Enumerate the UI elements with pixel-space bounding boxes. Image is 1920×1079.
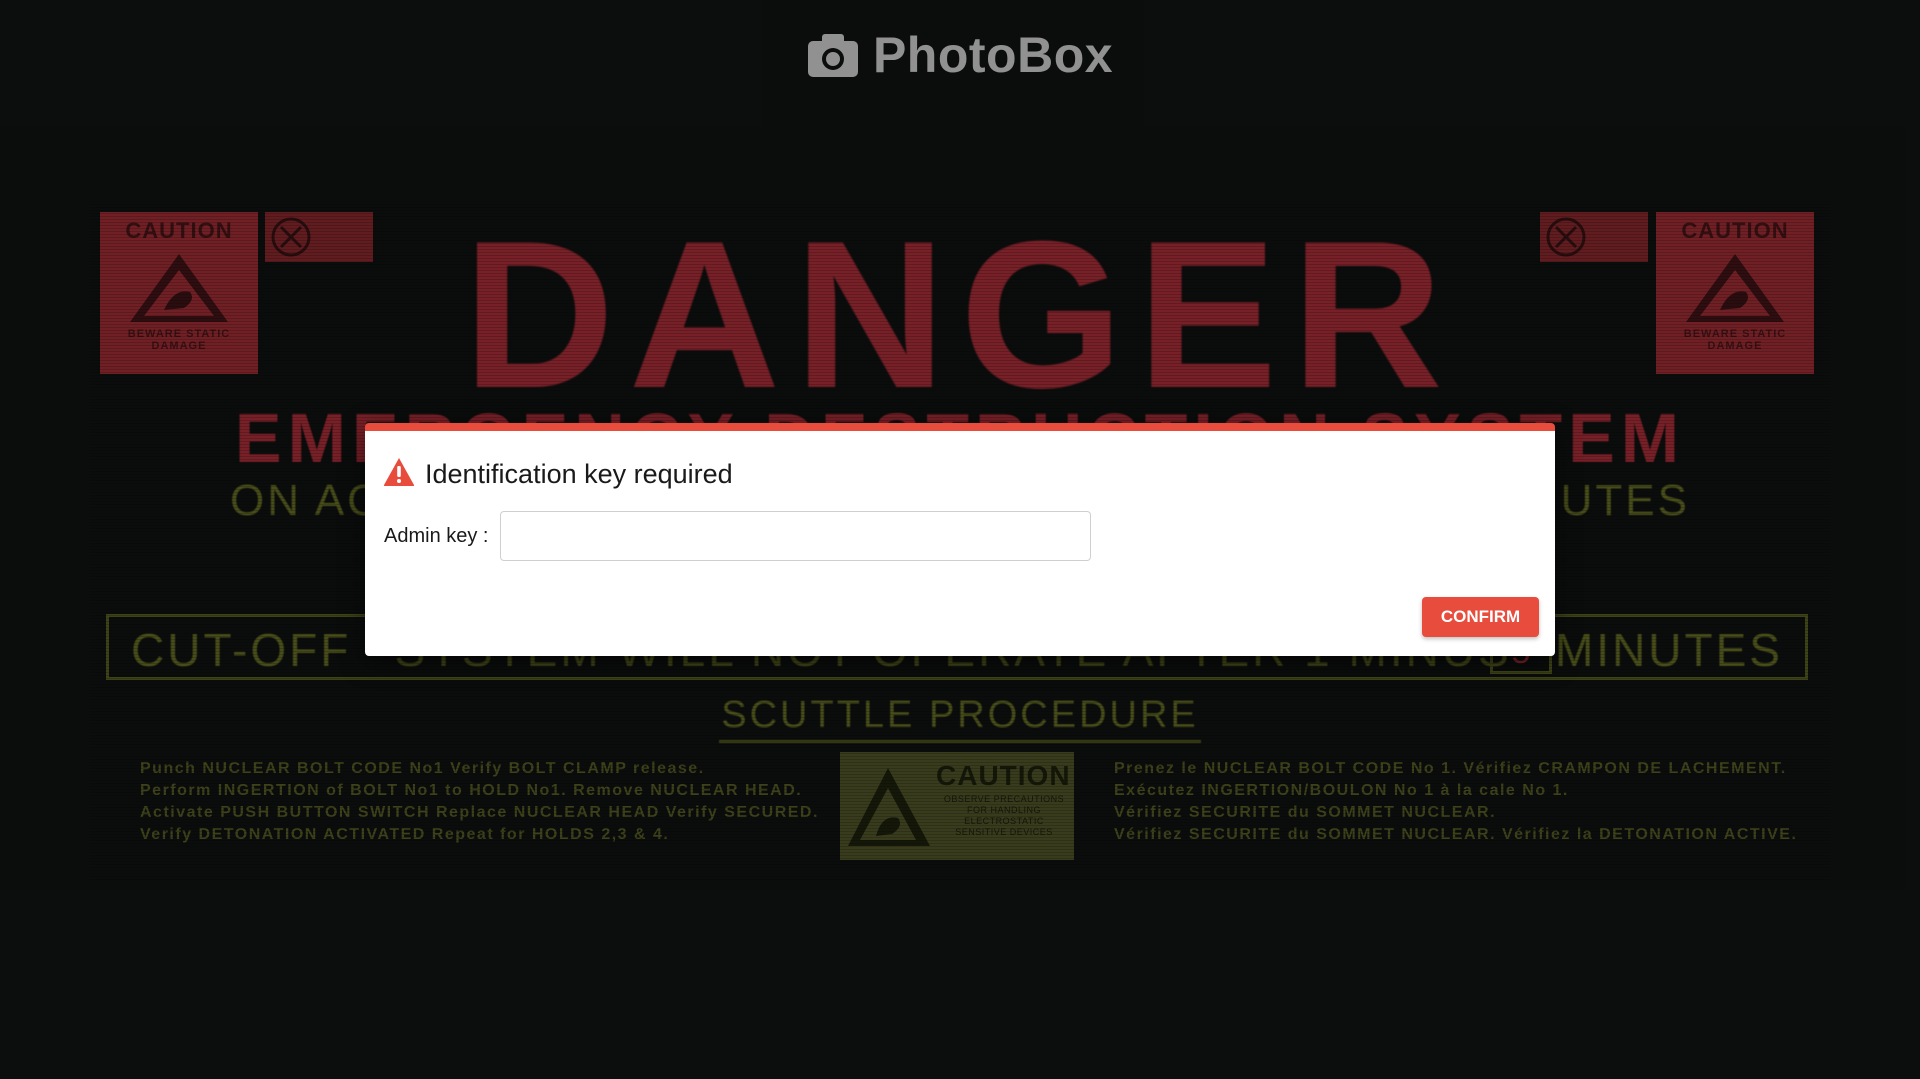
admin-key-input[interactable] xyxy=(500,511,1092,561)
confirm-button[interactable]: CONFIRM xyxy=(1422,597,1539,637)
identification-dialog: Identification key required Admin key : … xyxy=(365,423,1555,656)
admin-key-row: Admin key : xyxy=(384,511,1092,561)
page: CAUTION BEWARE STATIC DAMAGE CAUTION BEW… xyxy=(0,0,1920,1079)
dialog-header: Identification key required xyxy=(383,457,733,492)
warning-icon xyxy=(383,457,415,492)
admin-key-label: Admin key : xyxy=(384,524,489,547)
dialog-title: Identification key required xyxy=(425,459,733,489)
